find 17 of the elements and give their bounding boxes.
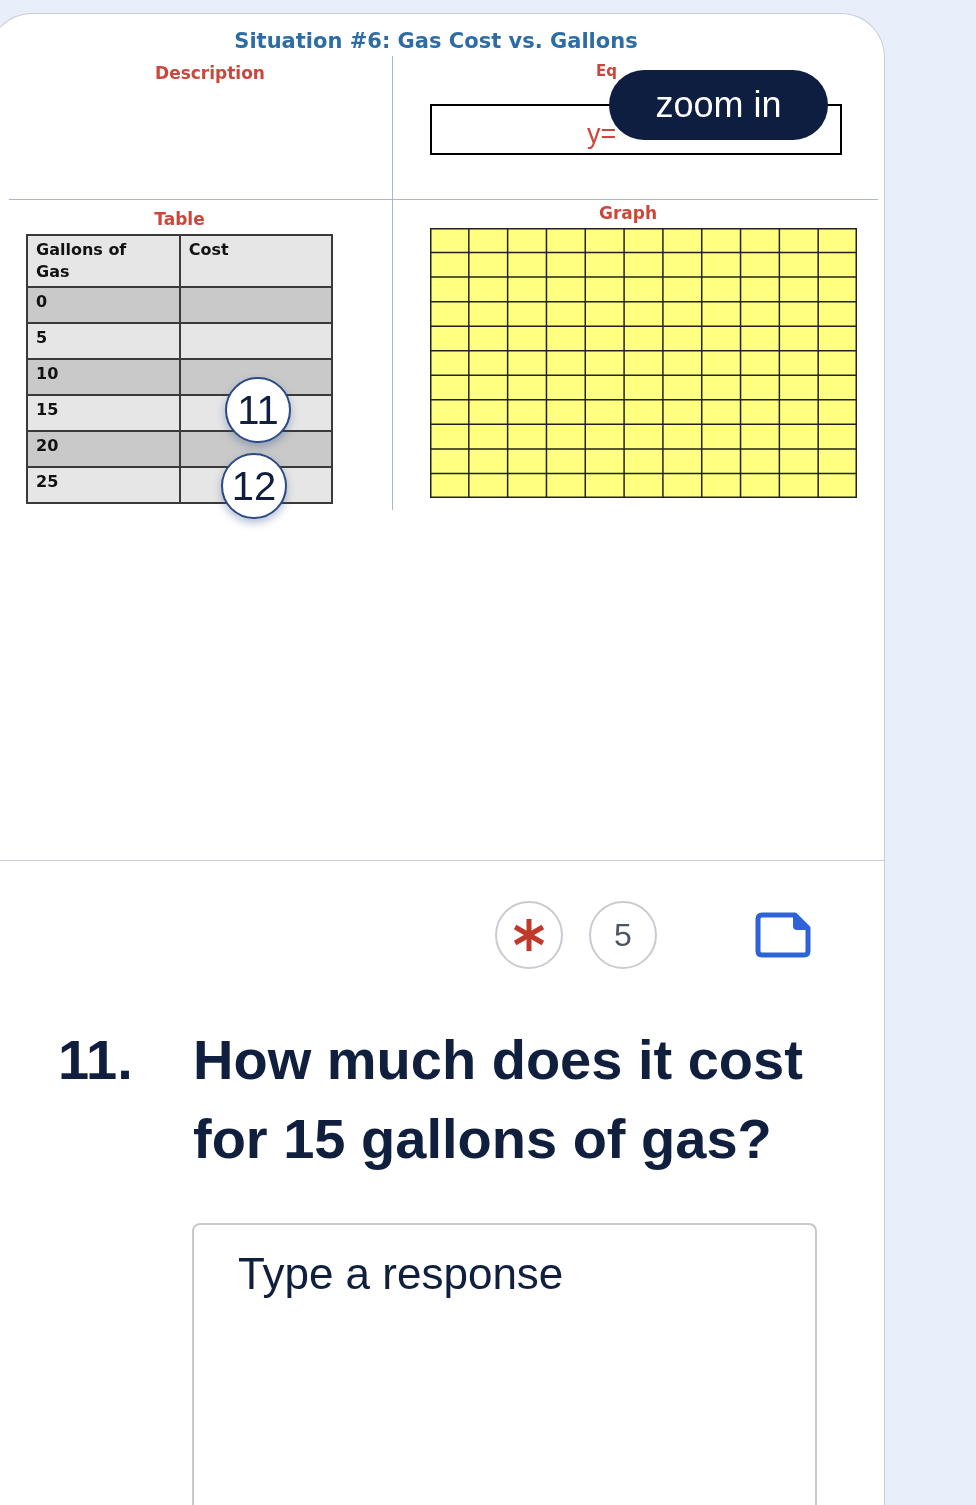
table-cell: 20 bbox=[27, 431, 180, 467]
points-badge: 5 bbox=[589, 901, 657, 969]
section-label: Table bbox=[154, 209, 205, 229]
table-cell: 10 bbox=[27, 359, 180, 395]
question-number: 11. bbox=[58, 1028, 133, 1091]
note-icon[interactable] bbox=[755, 912, 811, 958]
table-header: Cost bbox=[179, 235, 332, 287]
section-label: Graph bbox=[598, 203, 658, 223]
response-field[interactable]: Type a response bbox=[192, 1223, 817, 1505]
worksheet-title: Situation #6: Gas Cost vs. Gallons bbox=[234, 29, 638, 53]
table-cell: 0 bbox=[27, 287, 180, 323]
table-cell: 25 bbox=[27, 467, 180, 503]
table-cell: 5 bbox=[27, 323, 180, 359]
question-text: How much does it cost for 15 gallons of gas? bbox=[193, 1027, 804, 1172]
section-label: Description bbox=[155, 63, 265, 83]
table-cell: 15 bbox=[27, 395, 180, 431]
table-header: Gallons of Gas bbox=[27, 235, 180, 287]
